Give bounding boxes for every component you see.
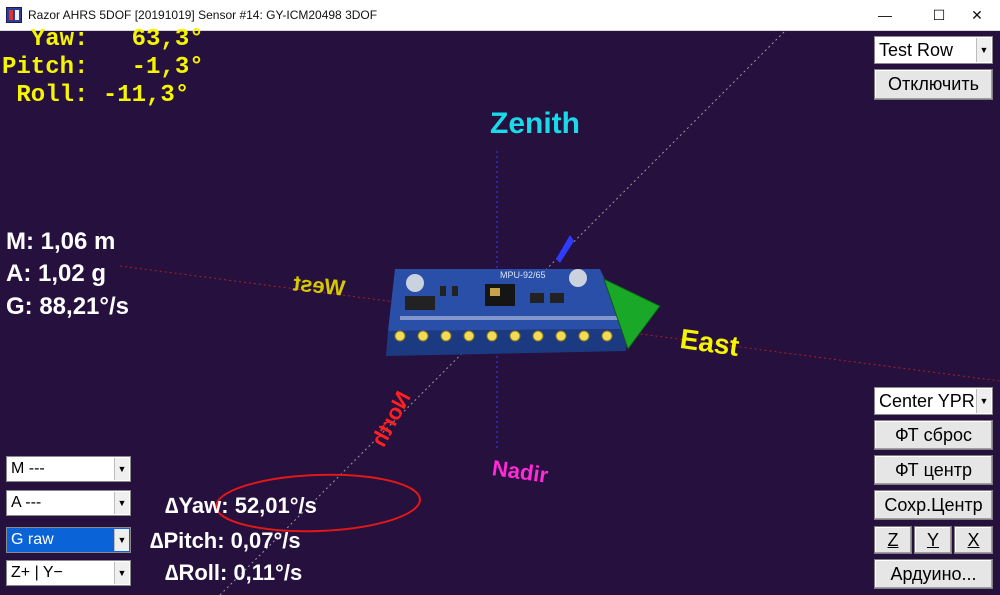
window-title: Razor AHRS 5DOF [20191019] Sensor #14: G… bbox=[28, 8, 378, 22]
chevron-down-icon: ▼ bbox=[976, 38, 991, 62]
yaw-readout: Yaw: 63,3° bbox=[2, 26, 204, 53]
pitch-marker-icon bbox=[556, 235, 574, 263]
accelerometer-readout: A: 1,02 g bbox=[6, 260, 107, 287]
sensor-board: MPU-92/65 bbox=[386, 269, 628, 356]
roll-readout: Roll: -11,3° bbox=[2, 82, 190, 109]
west-label: West bbox=[291, 270, 347, 301]
disconnect-button[interactable]: Отключить bbox=[874, 69, 993, 100]
axis-y-button[interactable]: Y bbox=[914, 526, 952, 554]
gyroscope-mode-value: G raw bbox=[11, 531, 54, 548]
chevron-down-icon: ▼ bbox=[114, 529, 129, 551]
chevron-down-icon: ▼ bbox=[114, 492, 129, 514]
gyroscope-mode-select[interactable]: G raw ▼ bbox=[6, 527, 131, 553]
save-center-button[interactable]: Сохр.Центр bbox=[874, 490, 993, 520]
delta-roll-readout: ∆Roll: 0,11°/s bbox=[165, 560, 303, 585]
axis-orientation-select[interactable]: Z+ | Y− ▼ bbox=[6, 560, 131, 586]
chevron-down-icon: ▼ bbox=[114, 562, 129, 584]
axis-z-button[interactable]: Z bbox=[874, 526, 912, 554]
center-ypr-select[interactable]: Center YPR ▼ bbox=[874, 387, 993, 415]
accelerometer-mode-value: A --- bbox=[11, 494, 42, 511]
center-ypr-value: Center YPR bbox=[879, 391, 975, 411]
zenith-label: Zenith bbox=[490, 107, 580, 140]
delta-pitch-readout: ∆Pitch: 0,07°/s bbox=[150, 528, 301, 553]
scene-3d-viewport[interactable]: MPU-92/65 Zenith Nadir East West North Y… bbox=[0, 26, 1000, 595]
delta-yaw-readout: ∆Yaw: 52,01°/s bbox=[165, 493, 317, 518]
ft-center-button[interactable]: ФТ центр bbox=[874, 455, 993, 485]
test-row-value: Test Row bbox=[879, 40, 954, 60]
accelerometer-mode-select[interactable]: A --- ▼ bbox=[6, 490, 131, 516]
chevron-down-icon: ▼ bbox=[976, 389, 991, 413]
minimize-button[interactable]: — bbox=[862, 0, 908, 30]
app-icon bbox=[6, 7, 22, 23]
test-row-select[interactable]: Test Row ▼ bbox=[874, 36, 993, 64]
arduino-button[interactable]: Ардуино... bbox=[874, 559, 993, 589]
axis-x-button[interactable]: X bbox=[954, 526, 993, 554]
close-button[interactable]: ✕ bbox=[954, 0, 1000, 30]
magnetometer-mode-value: M --- bbox=[11, 460, 45, 477]
magnetometer-readout: M: 1,06 m bbox=[6, 228, 116, 255]
chevron-down-icon: ▼ bbox=[114, 458, 129, 480]
axis-orientation-value: Z+ | Y− bbox=[11, 564, 63, 581]
board-label: MPU-92/65 bbox=[500, 270, 546, 280]
magnetometer-mode-select[interactable]: M --- ▼ bbox=[6, 456, 131, 482]
pitch-readout: Pitch: -1,3° bbox=[2, 54, 204, 81]
gyroscope-readout: G: 88,21°/s bbox=[6, 293, 129, 320]
ft-reset-button[interactable]: ФТ сброс bbox=[874, 420, 993, 450]
